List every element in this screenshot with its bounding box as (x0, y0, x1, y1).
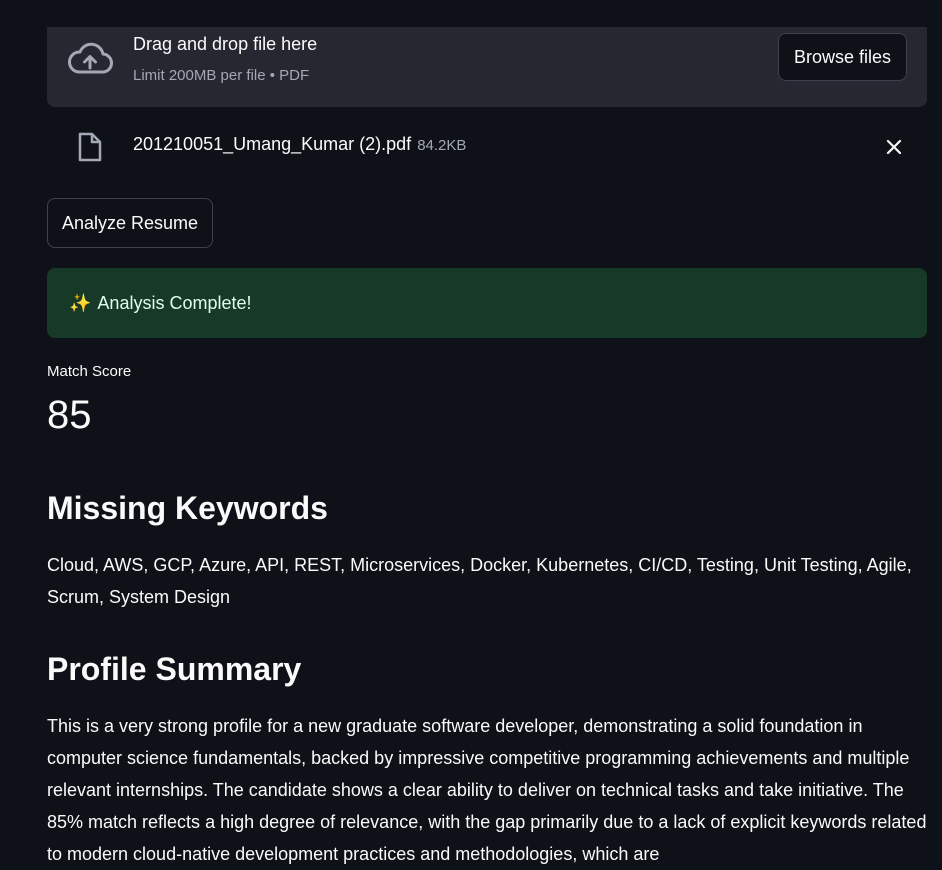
missing-keywords-heading: Missing Keywords (47, 490, 328, 526)
analyze-resume-button[interactable]: Analyze Resume (47, 198, 213, 248)
browse-files-button[interactable]: Browse files (777, 33, 907, 81)
sparkles-icon: ✨ (69, 292, 92, 313)
dropzone-limit-text: Limit 200MB per file • PDF (133, 67, 310, 84)
close-icon[interactable] (885, 138, 903, 156)
file-dropzone[interactable]: Drag and drop file here Limit 200MB per … (47, 27, 927, 107)
uploaded-file-name: 201210051_Umang_Kumar (2).pdf 84.2KB (133, 134, 466, 155)
file-icon (77, 132, 103, 162)
profile-summary-heading: Profile Summary (47, 651, 302, 687)
file-size: 84.2KB (417, 137, 467, 154)
dropzone-title: Drag and drop file here (133, 34, 318, 54)
metric-label: Match Score (47, 363, 132, 380)
success-message: Analysis Complete! (97, 292, 252, 313)
profile-summary-text: This is a very strong profile for a new … (47, 716, 927, 864)
main-content: Drag and drop file here Limit 200MB per … (0, 0, 942, 870)
success-alert: ✨ Analysis Complete! (47, 268, 927, 338)
metric-value: 85 (47, 393, 92, 437)
missing-keywords-text: Cloud, AWS, GCP, Azure, API, REST, Micro… (47, 555, 912, 607)
cloud-upload-icon (67, 41, 113, 77)
file-name-text: 201210051_Umang_Kumar (2).pdf (133, 134, 412, 154)
uploaded-file-item: 201210051_Umang_Kumar (2).pdf 84.2KB (47, 126, 927, 168)
